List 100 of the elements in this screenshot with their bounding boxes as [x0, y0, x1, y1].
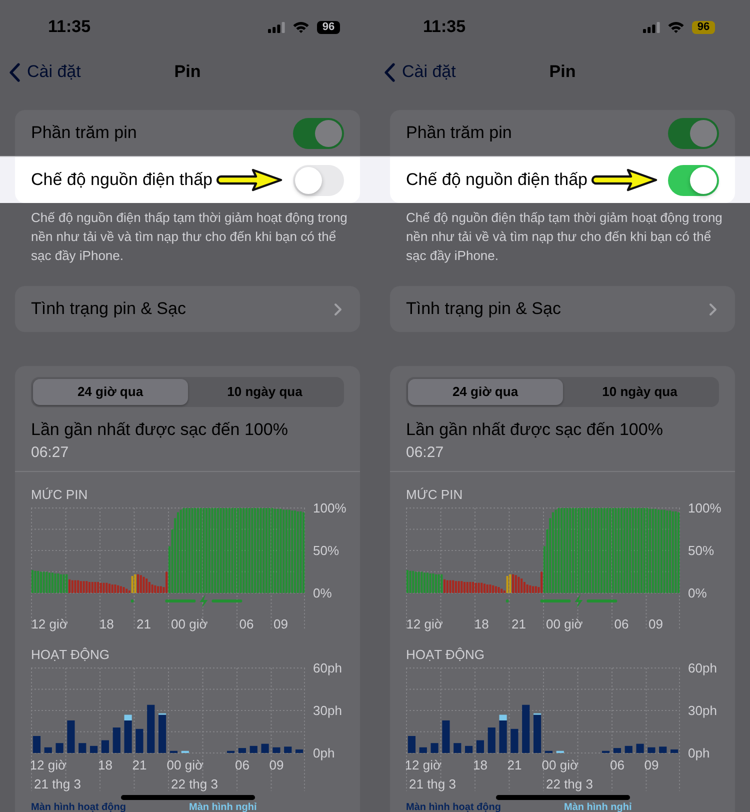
wifi-icon	[293, 22, 309, 32]
legend-label: Màn hình hoạt động	[31, 802, 127, 812]
activity-bar	[67, 720, 75, 753]
axis-label: 50%	[313, 543, 340, 558]
setting-label: Chế độ nguồn điện thấp	[406, 169, 588, 191]
tab[interactable]: 24 giờ qua	[33, 379, 188, 405]
activity-bar	[636, 744, 644, 753]
chart-title: MỨC PIN	[406, 488, 464, 502]
axis-label: 21	[507, 758, 522, 772]
activity-bar	[510, 728, 518, 753]
battery-indicator: 96	[692, 20, 715, 34]
activity-bar	[624, 746, 632, 753]
tab[interactable]: 10 ngày qua	[188, 379, 342, 405]
axis-label: 00 giờ	[542, 758, 578, 772]
axis-label: 18	[98, 758, 112, 772]
axis-label: 12 giờ	[31, 616, 68, 632]
activity-bar	[181, 750, 189, 753]
activity-bar	[147, 704, 155, 753]
status-time: 11:35	[423, 16, 466, 38]
activity-bar	[408, 736, 416, 753]
axis-label: 21	[136, 616, 151, 632]
axis-label: 0ph	[688, 746, 710, 760]
axis-label: 12 giờ	[406, 616, 443, 632]
activity-bar	[170, 750, 178, 753]
toggle-switch[interactable]	[293, 118, 344, 148]
activity-bar	[90, 746, 98, 753]
toggle-switch[interactable]	[668, 118, 719, 148]
axis-label: 00 giờ	[166, 758, 204, 772]
axis-label: 100%	[313, 502, 346, 516]
tab[interactable]: 24 giờ qua	[408, 379, 562, 405]
activity-bar	[659, 746, 667, 753]
axis-label: 18	[472, 758, 488, 772]
setting-label: Phần trăm pin	[406, 122, 512, 144]
activity-bar	[613, 748, 621, 753]
activity-bar	[488, 728, 496, 753]
page-title: Pin	[549, 61, 576, 83]
last-charged-title: Lần gần nhất được sạc đến 100%	[31, 420, 289, 440]
pointer-arrow-icon	[215, 168, 283, 192]
activity-bar	[112, 728, 120, 753]
description-text: Chế độ nguồn điện thấp tạm thời giảm hoạt động trong nền như tải về và tìm nạp thư cho đến khi bạn có thể sạc đầy iPhone.	[406, 209, 724, 265]
axis-label: 18	[99, 616, 114, 632]
activity-bar	[454, 743, 462, 753]
axis-label: 18	[474, 616, 489, 632]
axis-label: 09	[644, 758, 659, 772]
axis-label: 06	[234, 758, 250, 772]
activity-bar	[78, 743, 86, 753]
axis-label: 0%	[313, 586, 332, 600]
page-title: Pin	[174, 61, 201, 83]
date-label: 21 thg 3	[34, 776, 81, 792]
chevron-left-icon	[9, 62, 20, 82]
chevron-right-icon	[709, 302, 717, 316]
activity-bar	[522, 704, 530, 753]
activity-bar	[32, 736, 40, 753]
activity-bar	[56, 743, 64, 753]
toggle-switch[interactable]	[668, 164, 719, 196]
battery-indicator: 96	[317, 20, 340, 34]
activity-bar	[442, 720, 450, 753]
activity-bar	[261, 744, 269, 753]
axis-label: 21	[512, 616, 526, 632]
description-text: Chế độ nguồn điện thấp tạm thời giảm hoạt động trong nền như tải về và tìm nạp thư cho đến khi bạn có thể sạc đầy iPhone.	[31, 209, 348, 265]
legend-label: Màn hình nghỉ	[189, 802, 258, 812]
activity-bar	[227, 750, 235, 753]
signal-icon	[643, 22, 660, 32]
axis-label: 60ph	[313, 662, 342, 676]
chart-title: HOẠT ĐỘNG	[31, 648, 110, 662]
activity-bar	[556, 750, 564, 753]
signal-icon	[268, 22, 285, 32]
activity-bar	[476, 740, 484, 753]
axis-label: 100%	[688, 502, 722, 516]
legend-label: Màn hình hoạt động	[406, 802, 502, 812]
battery-health-row[interactable]: Tình trạng pin & Sạc	[15, 286, 360, 332]
axis-label: 12 giờ	[31, 758, 66, 772]
toggle-switch[interactable]	[293, 164, 344, 196]
axis-label: 00 giờ	[171, 616, 208, 632]
battery-health-row[interactable]: Tình trạng pin & Sạc	[390, 286, 735, 332]
axis-label: 0ph	[313, 746, 335, 760]
chevron-left-icon	[384, 62, 395, 82]
tab[interactable]: 10 ngày qua	[562, 379, 717, 405]
back-button[interactable]: Cài đặt	[375, 61, 456, 83]
setting-label: Phần trăm pin	[31, 122, 137, 144]
activity-bar	[648, 747, 656, 753]
axis-label: 00 giờ	[546, 616, 583, 632]
axis-label: 60ph	[688, 662, 717, 676]
activity-bar	[419, 747, 427, 753]
back-button[interactable]: Cài đặt	[0, 61, 81, 83]
activity-bar	[670, 749, 678, 753]
axis-label: 30ph	[688, 703, 717, 718]
setting-label: Chế độ nguồn điện thấp	[31, 169, 212, 191]
charging-indicator	[130, 600, 134, 602]
activity-bar	[136, 728, 144, 753]
last-charged-time: 06:27	[406, 443, 445, 463]
axis-label: 12 giờ	[406, 758, 442, 772]
activity-bar	[465, 746, 473, 753]
date-label: 22 thg 3	[171, 776, 218, 792]
activity-bar	[430, 743, 438, 753]
axis-label: 06	[239, 616, 254, 632]
axis-label: 0%	[688, 586, 707, 600]
chart-title: MỨC PIN	[31, 488, 89, 502]
pointer-arrow-icon	[590, 168, 658, 192]
axis-label: 09	[648, 616, 663, 632]
